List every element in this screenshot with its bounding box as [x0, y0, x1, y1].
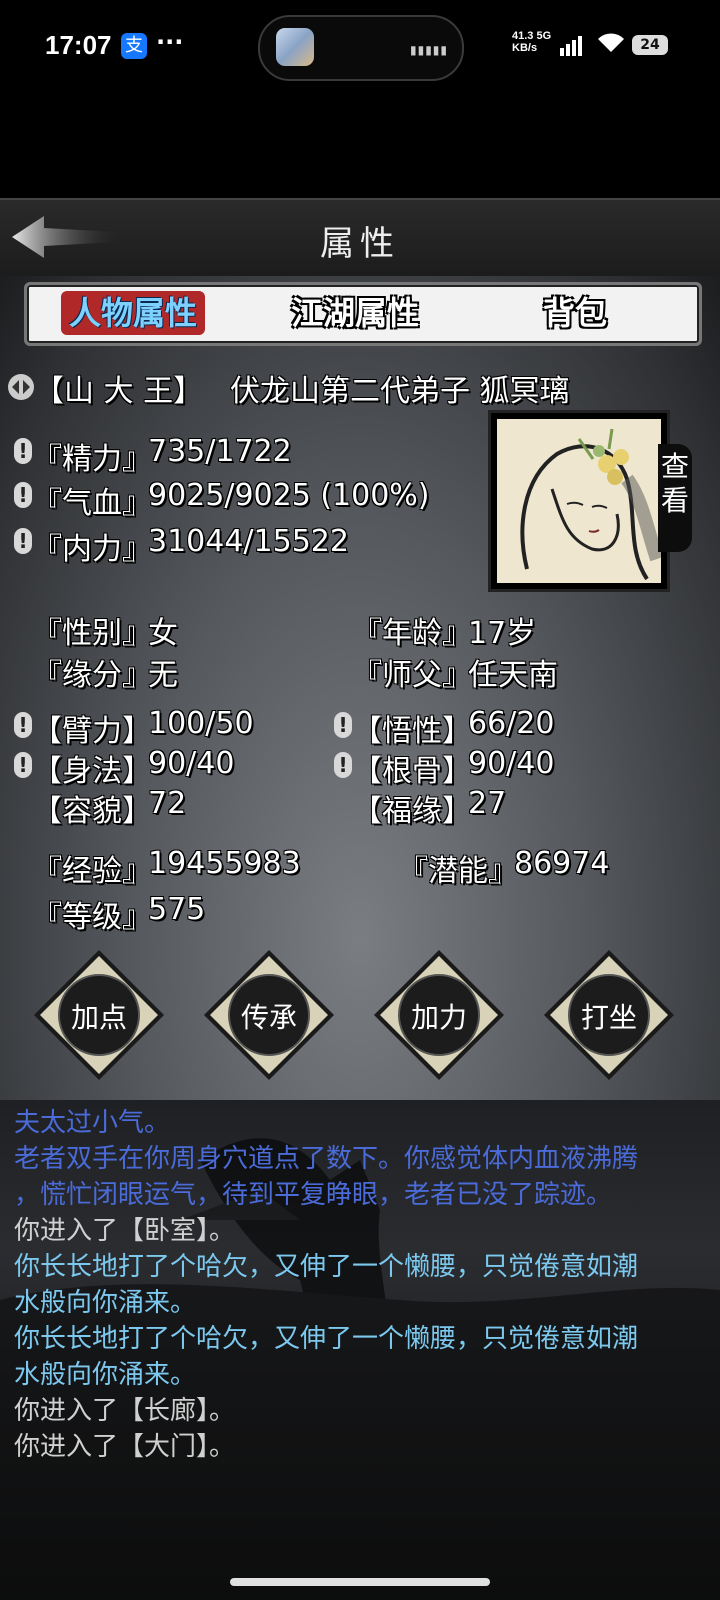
strength-value: 100/50 [148, 706, 254, 741]
title-bar: 属性 [0, 198, 720, 278]
log-line: 水般向你涌来。 [14, 1288, 197, 1318]
log-line: 你长长地打了个哈欠，又伸了一个懒腰，只觉倦意如潮 [14, 1252, 639, 1282]
agility-value: 90/40 [148, 746, 235, 781]
level-value: 575 [148, 892, 206, 927]
inherit-button[interactable]: 传承 [202, 948, 336, 1082]
log-line: 你进入了【大门】。 [14, 1432, 236, 1462]
log-line: 你进入了【长廊】。 [14, 1396, 236, 1426]
age-value: 17岁 [468, 616, 537, 651]
vital-health-label: 『气血』 [32, 486, 152, 521]
alert-icon[interactable]: ! [334, 752, 352, 778]
tab-backpack[interactable]: 背包 [543, 291, 607, 335]
potential-value: 86974 [514, 846, 610, 881]
tab-jianghu-attributes[interactable]: 江湖属性 [291, 291, 419, 335]
alipay-icon: 支 [121, 33, 147, 59]
age-label: 『年龄』 [352, 616, 472, 651]
add-force-label: 加力 [410, 1001, 467, 1034]
clock: 17:07 [45, 30, 112, 60]
alert-icon[interactable]: ! [14, 752, 32, 778]
vital-energy-value: 735/1722 [148, 434, 292, 469]
log-line: 你进入了【卧室】。 [14, 1216, 236, 1246]
character-rank: 【山 大 王】 [34, 374, 204, 409]
insight-label: 【悟性】 [352, 714, 472, 749]
more-notifications-icon: ··· [156, 28, 184, 56]
master-value: 任天南 [468, 658, 558, 693]
constitution-label: 【根骨】 [352, 754, 472, 789]
gender-value: 女 [148, 616, 178, 651]
vital-health-value: 9025/9025 (100%) [148, 478, 430, 513]
exp-value: 19455983 [148, 846, 301, 881]
log-line: 夫太过小气。 [14, 1108, 171, 1138]
log-line: 水般向你涌来。 [14, 1360, 197, 1390]
alert-icon[interactable]: ! [334, 712, 352, 738]
view-button[interactable]: 查看 [658, 444, 692, 552]
vital-inner-power-value: 31044/15522 [148, 524, 349, 559]
character-title-name: 伏龙山第二代弟子 狐冥璃 [230, 374, 570, 409]
alert-icon[interactable]: ! [14, 482, 32, 508]
agility-label: 【身法】 [32, 754, 152, 789]
alert-icon[interactable]: ! [14, 438, 32, 464]
audio-bars-icon: ▮▮▮▮▮ [410, 43, 449, 57]
alert-icon[interactable]: ! [14, 712, 32, 738]
status-bar: 17:07 支 ··· ▮▮▮▮▮ 41.3 5G KB/s 24 [0, 0, 720, 95]
master-label: 『师父』 [352, 658, 472, 693]
meditate-button[interactable]: 打坐 [542, 948, 676, 1082]
potential-label: 『潜能』 [398, 854, 518, 889]
add-points-label: 加点 [70, 1001, 127, 1034]
add-points-button[interactable]: 加点 [32, 948, 166, 1082]
meditate-label: 打坐 [580, 1001, 637, 1034]
log-line: ，慌忙闭眼运气，待到平复睁眼，老者已没了踪迹。 [14, 1180, 613, 1210]
looks-value: 72 [148, 786, 187, 821]
app-thumbnail-icon [276, 28, 314, 66]
signal-icon [560, 36, 584, 56]
tab-character-attributes[interactable]: 人物属性 [61, 291, 206, 335]
constitution-value: 90/40 [468, 746, 555, 781]
fate-label: 『缘分』 [32, 658, 152, 693]
dynamic-island[interactable]: ▮▮▮▮▮ [258, 15, 464, 81]
log-line: 你长长地打了个哈欠，又伸了一个懒腰，只觉倦意如潮 [14, 1324, 639, 1354]
network-speed: 41.3 5G KB/s [512, 30, 552, 54]
strength-label: 【臂力】 [32, 714, 152, 749]
exp-label: 『经验』 [32, 854, 152, 889]
battery-icon: 24 [632, 35, 668, 55]
vital-energy-label: 『精力』 [32, 442, 152, 477]
inherit-label: 传承 [240, 1001, 297, 1034]
attributes-panel: 人物属性 江湖属性 背包 【山 大 王】 伏龙山第二代弟子 狐冥璃 查看 ! 『… [0, 276, 720, 1600]
insight-value: 66/20 [468, 706, 555, 741]
wifi-icon [596, 32, 626, 59]
page-title: 属性 [320, 224, 400, 264]
add-force-button[interactable]: 加力 [372, 948, 506, 1082]
home-indicator[interactable] [230, 1578, 490, 1586]
looks-label: 【容貌】 [32, 794, 152, 829]
vital-inner-power-label: 『内力』 [32, 532, 152, 567]
character-portrait[interactable] [488, 410, 670, 592]
luck-label: 【福缘】 [352, 794, 472, 829]
luck-value: 27 [468, 786, 507, 821]
level-label: 『等级』 [32, 900, 152, 935]
alert-icon[interactable]: ! [14, 528, 32, 554]
gender-label: 『性别』 [32, 616, 152, 651]
log-line: 老者双手在你周身穴道点了数下。你感觉体内血液沸腾 [14, 1144, 639, 1174]
tab-bar: 人物属性 江湖属性 背包 [24, 282, 702, 346]
fate-value: 无 [148, 658, 178, 693]
switch-icon[interactable] [8, 374, 34, 400]
